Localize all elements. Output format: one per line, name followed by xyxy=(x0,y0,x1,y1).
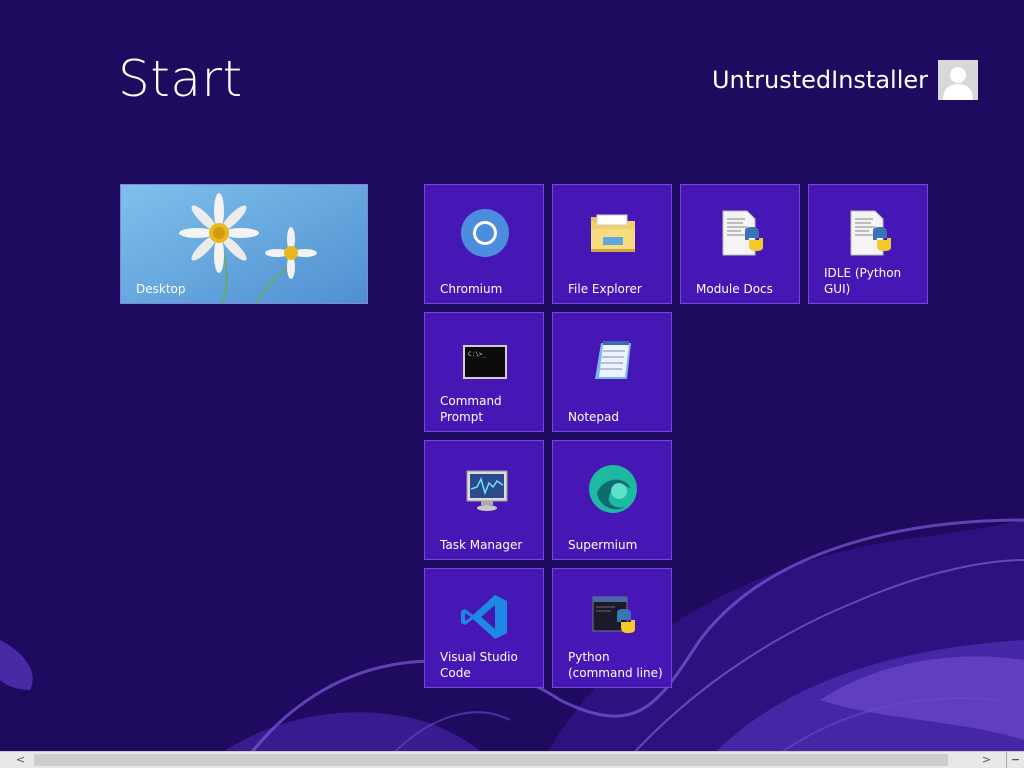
scrollbar-thumb[interactable] xyxy=(34,754,948,766)
tile-file-explorer[interactable]: File Explorer xyxy=(552,184,672,304)
vscode-icon xyxy=(461,595,507,639)
tile-label: Chromium xyxy=(440,282,503,296)
zoom-out-button[interactable]: − xyxy=(1006,752,1024,768)
tile-label: IDLE (Python GUI) xyxy=(824,266,902,296)
tile-notepad[interactable]: Notepad xyxy=(552,312,672,432)
scroll-left-button[interactable]: < xyxy=(12,752,29,768)
scroll-right-button[interactable]: > xyxy=(978,752,995,768)
tile-label: Python (command line) xyxy=(568,650,663,680)
user-avatar-icon[interactable] xyxy=(938,60,978,100)
horizontal-scrollbar[interactable]: < > − xyxy=(0,751,1024,768)
python-doc-icon xyxy=(850,210,891,256)
user-account[interactable]: UntrustedInstaller xyxy=(712,60,978,100)
tile-label: Desktop xyxy=(136,282,186,296)
tile-module-docs[interactable]: Module Docs xyxy=(680,184,800,304)
tile-label: Task Manager xyxy=(440,538,523,552)
tile-label: Command Prompt xyxy=(440,394,502,424)
tile-label: Supermium xyxy=(568,538,638,552)
tile-desktop[interactable]: Desktop xyxy=(120,184,368,304)
notepad-icon xyxy=(595,341,631,379)
svg-text:C:\>_: C:\>_ xyxy=(468,351,486,358)
tile-label: Module Docs xyxy=(696,282,773,296)
tile-visual-studio-code[interactable]: Visual Studio Code xyxy=(424,568,544,688)
user-name: UntrustedInstaller xyxy=(711,66,928,94)
tile-supermium[interactable]: Supermium xyxy=(552,440,672,560)
tile-label: Notepad xyxy=(568,410,619,424)
command-prompt-icon: C:\>_ xyxy=(463,345,507,379)
tile-task-manager[interactable]: Task Manager xyxy=(424,440,544,560)
python-console-icon xyxy=(592,596,635,633)
tile-python-command-line[interactable]: Python (command line) xyxy=(552,568,672,688)
chromium-icon xyxy=(461,209,509,257)
tile-label: File Explorer xyxy=(568,282,642,296)
start-screen-title: Start xyxy=(118,50,243,108)
tile-idle-python-gui[interactable]: IDLE (Python GUI) xyxy=(808,184,928,304)
python-doc-icon xyxy=(722,210,763,256)
tile-chromium[interactable]: Chromium xyxy=(424,184,544,304)
supermium-icon xyxy=(589,465,637,513)
task-manager-icon xyxy=(466,470,508,511)
tile-command-prompt[interactable]: C:\>_ Command Prompt xyxy=(424,312,544,432)
folder-icon xyxy=(591,214,635,252)
tile-label: Visual Studio Code xyxy=(440,650,518,680)
